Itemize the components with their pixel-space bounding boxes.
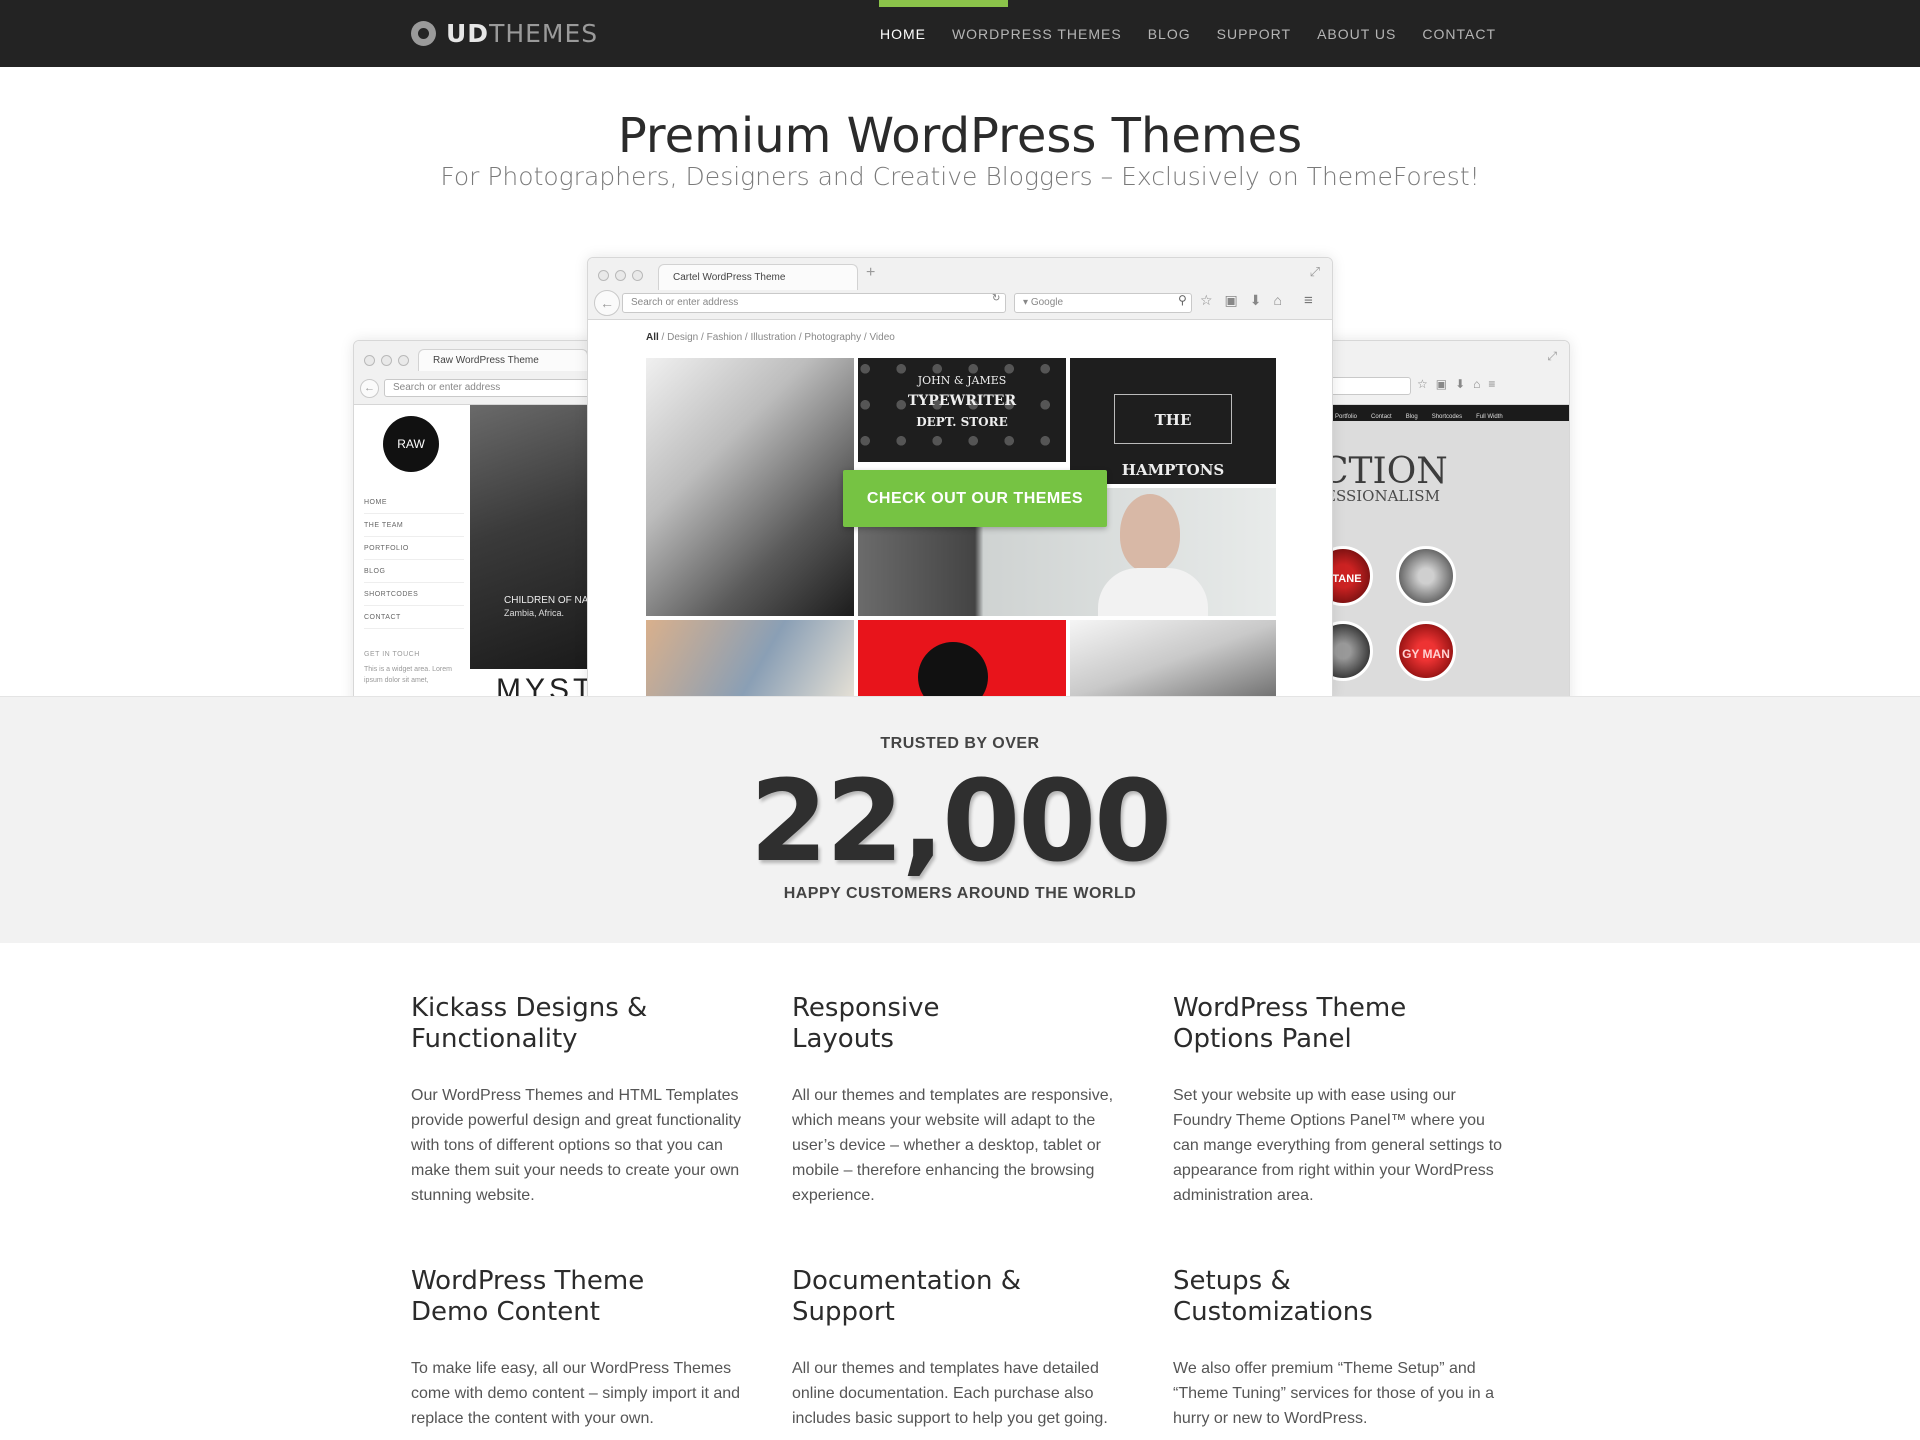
raw-menu-item: SHORTCODES	[364, 583, 464, 606]
nav-item-wordpress-themes[interactable]: WORDPRESS THEMES	[952, 26, 1122, 42]
portfolio-tile-couple[interactable]	[1070, 620, 1276, 696]
check-out-themes-button[interactable]: CHECK OUT OUR THEMES	[843, 470, 1107, 527]
feature-text: All our themes and templates have detail…	[792, 1360, 1108, 1427]
portfolio-circle	[1396, 546, 1456, 606]
customer-count: 22,000	[749, 757, 1172, 887]
portfolio-tile-hamptons[interactable]: THE HAMPTONS	[1070, 358, 1276, 484]
feature-card: WordPress Theme Options Panel Set your w…	[1173, 993, 1513, 1208]
feature-text: We also offer premium “Theme Setup” and …	[1173, 1360, 1495, 1427]
portfolio-tile-typewriter[interactable]: JOHN & JAMES TYPEWRITER DEPT. STORE	[858, 358, 1066, 462]
panel-heading: CTION	[1321, 451, 1448, 492]
portfolio-tile-denim[interactable]	[646, 620, 854, 696]
raw-logo: RAW	[383, 416, 439, 472]
back-arrow-icon: ←	[360, 379, 379, 398]
portfolio-panel: CTION ESSIONALISM CTANE GY MAN	[1321, 421, 1569, 696]
site-menu-bar: Portfolio Contact Blog Shortcodes Full Width	[1321, 405, 1569, 421]
toolbar-icons: ☆▣⬇⌂	[1200, 292, 1294, 308]
nav-item-support[interactable]: SUPPORT	[1217, 26, 1291, 42]
feature-text: To make life easy, all our WordPress The…	[411, 1360, 741, 1427]
feature-title: Responsive Layouts	[792, 993, 940, 1054]
hero-title: Premium WordPress Themes	[617, 108, 1303, 164]
portfolio-tile-portrait[interactable]	[646, 358, 854, 616]
raw-menu-item: THE TEAM	[364, 514, 464, 537]
search-bar	[1321, 377, 1411, 395]
main-nav: HOME WORDPRESS THEMES BLOG SUPPORT ABOUT…	[854, 0, 1496, 67]
widget-text: This is a widget area. Lorem ipsum dolor…	[364, 666, 452, 684]
feature-title: WordPress Theme Demo Content	[411, 1266, 645, 1327]
stats-pre-label: TRUSTED BY OVER	[880, 735, 1040, 752]
browser-chrome: Cartel WordPress Theme + ⤢ ← Search or e…	[588, 258, 1332, 320]
address-bar: Search or enter address	[384, 379, 594, 397]
search-bar: ▾ Google	[1014, 293, 1192, 313]
raw-menu: HOME THE TEAM PORTFOLIO BLOG SHORTCODES …	[364, 491, 464, 629]
feature-card: Kickass Designs & Functionality Our Word…	[411, 993, 751, 1208]
raw-menu-item: PORTFOLIO	[364, 537, 464, 560]
photo-caption-sub: Zambia, Africa.	[504, 608, 565, 618]
browser-tab: Cartel WordPress Theme	[658, 264, 858, 290]
nav-item-about-us[interactable]: ABOUT US	[1317, 26, 1396, 42]
search-icon: ⚲	[1178, 293, 1187, 307]
logo-icon	[411, 20, 436, 46]
browser-tab: Raw WordPress Theme	[418, 349, 588, 371]
elephant-photo: CHILDREN OF NA Zambia, Africa.	[470, 405, 594, 669]
portfolio-circle: GY MAN	[1396, 621, 1456, 681]
back-arrow-icon: ←	[594, 290, 620, 316]
expand-icon: ⤢	[1309, 264, 1320, 279]
portfolio-tile-red[interactable]	[858, 620, 1066, 696]
top-navigation-bar: UDTHEMES HOME WORDPRESS THEMES BLOG SUPP…	[0, 0, 1920, 67]
photo-caption-title: CHILDREN OF NA	[504, 595, 589, 606]
browser-chrome: Raw WordPress Theme ← Search or enter ad…	[354, 341, 594, 405]
feature-text: All our themes and templates are respons…	[792, 1087, 1114, 1204]
expand-icon: ⤢	[1547, 349, 1557, 363]
theme-showcase: Raw WordPress Theme ← Search or enter ad…	[0, 230, 1920, 696]
new-tab-icon: +	[866, 264, 876, 281]
feature-card: Responsive Layouts All our themes and te…	[792, 993, 1132, 1208]
site-logo[interactable]: UDTHEMES	[411, 18, 599, 48]
window-controls	[364, 355, 415, 366]
feature-card: Setups & Customizations We also offer pr…	[1173, 1266, 1513, 1431]
reload-icon: ↻	[992, 293, 1001, 304]
feature-text: Our WordPress Themes and HTML Templates …	[411, 1087, 741, 1204]
raw-menu-item: HOME	[364, 491, 464, 514]
hero-subtitle: For Photographers, Designers and Creativ…	[440, 162, 1480, 191]
stats-post-label: HAPPY CUSTOMERS AROUND THE WORLD	[783, 885, 1137, 902]
nav-item-home[interactable]: HOME	[880, 26, 926, 42]
portfolio-filter: All / Design / Fashion / Illustration / …	[646, 332, 895, 343]
feature-title: Kickass Designs & Functionality	[411, 993, 648, 1054]
feature-text: Set your website up with ease using our …	[1173, 1087, 1503, 1204]
browser-chrome: ⤢ ☆▣⬇⌂≡	[1321, 341, 1569, 405]
feature-title: WordPress Theme Options Panel	[1173, 993, 1407, 1054]
toolbar-icons: ☆▣⬇⌂≡	[1417, 377, 1504, 391]
feature-title: Documentation & Support	[792, 1266, 1021, 1327]
feature-card: WordPress Theme Demo Content To make lif…	[411, 1266, 751, 1431]
stats-band: TRUSTED BY OVER 22,000 HAPPY CUSTOMERS A…	[0, 696, 1920, 943]
cartel-alt-theme-preview[interactable]: ⤢ ☆▣⬇⌂≡ Portfolio Contact Blog Shortcodes Fu…	[1320, 340, 1570, 696]
nav-item-contact[interactable]: CONTACT	[1422, 26, 1496, 42]
raw-menu-item: CONTACT	[364, 606, 464, 629]
widget-title: GET IN TOUCH	[364, 651, 420, 658]
address-bar: Search or enter address	[622, 293, 1006, 313]
nav-item-blog[interactable]: BLOG	[1148, 26, 1191, 42]
window-controls	[598, 270, 649, 281]
feature-card: Documentation & Support All our themes a…	[792, 1266, 1132, 1431]
raw-heading: MYST	[496, 673, 595, 696]
raw-theme-preview[interactable]: Raw WordPress Theme ← Search or enter ad…	[353, 340, 595, 696]
logo-text: UDTHEMES	[446, 18, 599, 48]
feature-title: Setups & Customizations	[1173, 1266, 1373, 1327]
menu-icon: ≡	[1304, 292, 1313, 309]
raw-menu-item: BLOG	[364, 560, 464, 583]
panel-subheading: ESSIONALISM	[1325, 487, 1440, 505]
